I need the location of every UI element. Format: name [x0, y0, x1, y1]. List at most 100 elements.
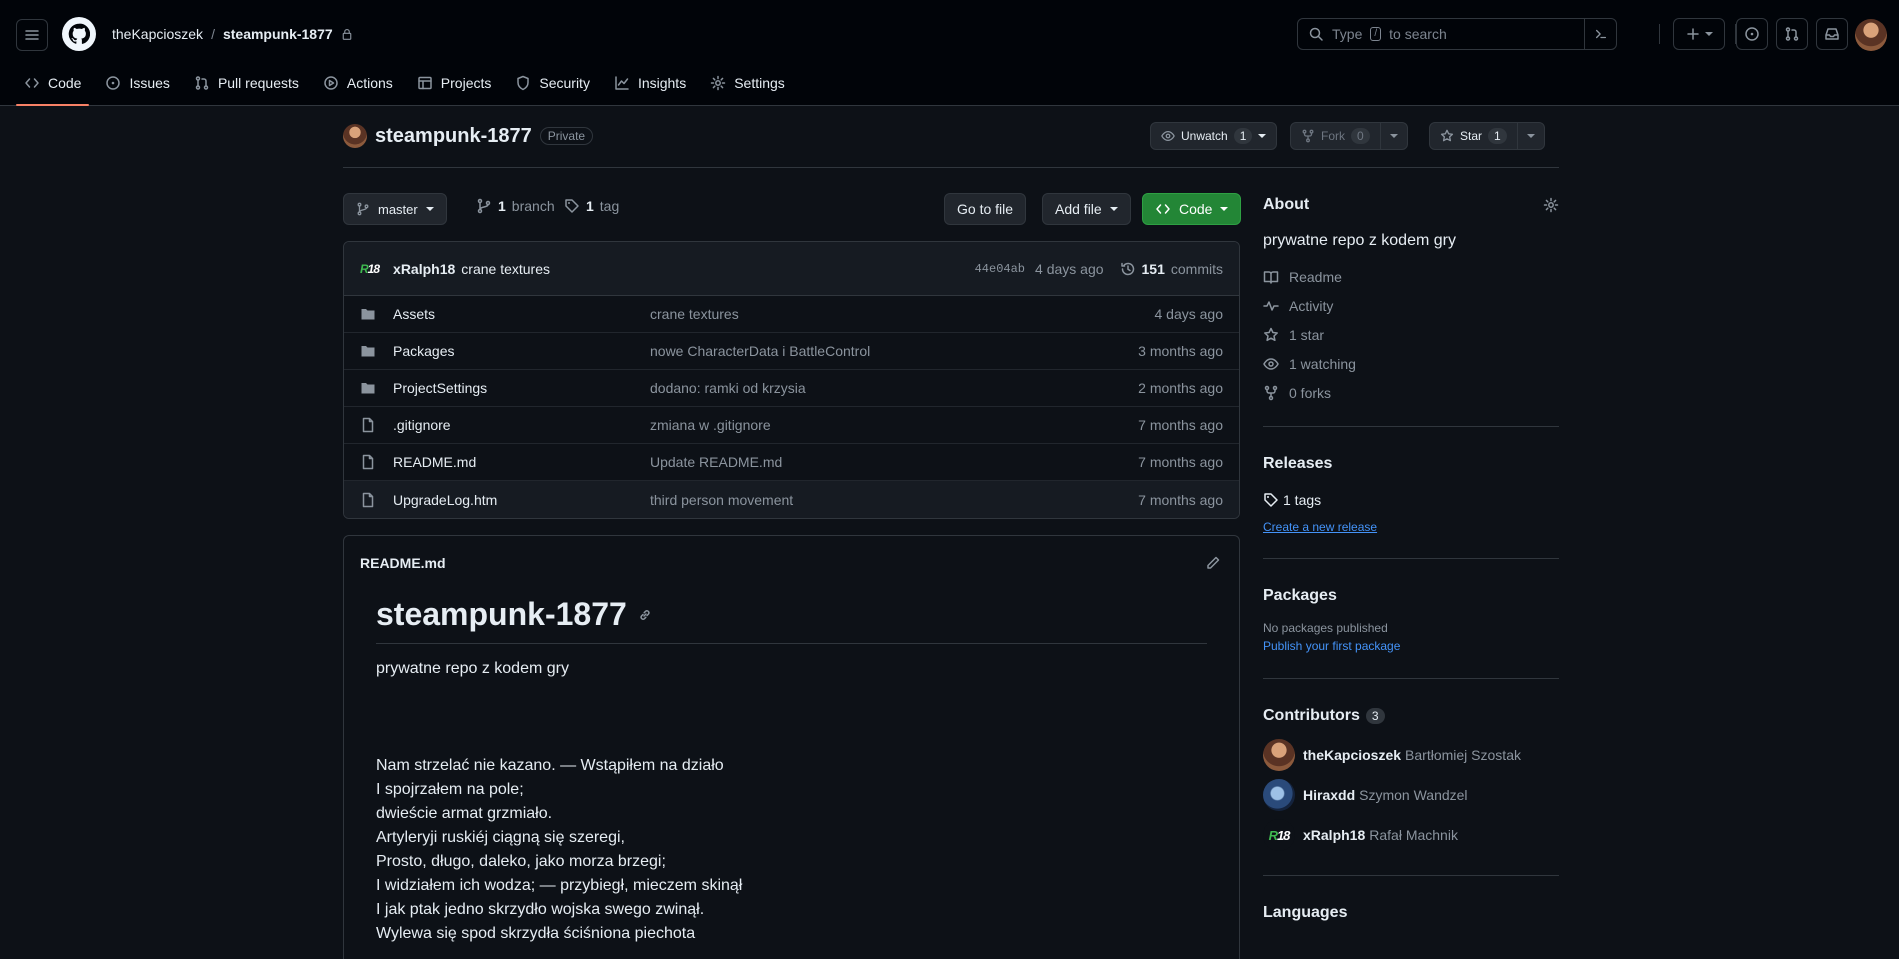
contributor-name: Rafał Machnik: [1369, 827, 1458, 843]
link-icon[interactable]: [637, 607, 653, 623]
tab-security[interactable]: Security: [507, 68, 598, 98]
folder-icon: [361, 383, 375, 394]
file-name[interactable]: README.md: [393, 454, 476, 470]
tab-insights[interactable]: Insights: [606, 68, 694, 98]
about-stars-link[interactable]: 1 star: [1263, 320, 1559, 349]
add-file-button[interactable]: Add file: [1042, 193, 1131, 225]
star-main[interactable]: Star 1: [1430, 123, 1517, 149]
poem-line: Artyleryji ruskiéj ciągną się szeregi,: [376, 829, 625, 846]
publish-package-link[interactable]: Publish your first package: [1263, 639, 1559, 653]
fork-label: Fork: [1321, 129, 1345, 143]
about-readme-link[interactable]: Readme: [1263, 262, 1559, 291]
unwatch-main[interactable]: Unwatch 1: [1151, 123, 1276, 149]
search-input[interactable]: Type / to search: [1297, 18, 1617, 50]
fork-main[interactable]: Fork 0: [1291, 123, 1380, 149]
contributor-login[interactable]: xRalph18: [1303, 827, 1365, 843]
commits-word: commits: [1170, 260, 1223, 277]
file-name[interactable]: UpgradeLog.htm: [393, 492, 497, 508]
pencil-icon[interactable]: [1205, 555, 1221, 571]
packages-title[interactable]: Packages: [1263, 587, 1559, 605]
unwatch-button[interactable]: Unwatch 1: [1150, 122, 1278, 150]
releases-tags-link[interactable]: 1 tags: [1263, 485, 1559, 514]
about-watching-link[interactable]: 1 watching: [1263, 349, 1559, 378]
tab-projects[interactable]: Projects: [409, 68, 500, 98]
file-name[interactable]: Packages: [393, 343, 454, 359]
create-release-link[interactable]: Create a new release: [1263, 520, 1559, 534]
file-name[interactable]: .gitignore: [393, 417, 451, 433]
poem-line: Nam strzelać nie kazano. — Wstąpiłem na …: [376, 757, 724, 774]
file-age: 2 months ago: [1138, 380, 1223, 396]
file-row[interactable]: .gitignore zmiana w .gitignore 7 months …: [344, 407, 1239, 444]
breadcrumb-owner[interactable]: theKapcioszek: [112, 26, 203, 42]
file-commit-message[interactable]: dodano: ramki od krzysia: [650, 380, 806, 396]
file-row[interactable]: UpgradeLog.htm third person movement 7 m…: [344, 481, 1239, 518]
star-button[interactable]: Star 1: [1429, 122, 1545, 150]
folder-icon: [361, 309, 375, 320]
file-name[interactable]: Assets: [393, 306, 435, 322]
contributor-avatar[interactable]: R 18: [1263, 819, 1295, 851]
file-commit-message[interactable]: crane textures: [650, 306, 739, 322]
create-new-button[interactable]: [1673, 18, 1725, 50]
fork-button[interactable]: Fork 0: [1290, 122, 1408, 150]
contributor-item[interactable]: theKapcioszek Bartłomiej Szostak: [1263, 735, 1559, 775]
inbox-button[interactable]: [1816, 18, 1848, 50]
tags-link[interactable]: 1 tag: [564, 198, 619, 214]
file-commit-message[interactable]: third person movement: [650, 492, 793, 508]
tab-settings[interactable]: Settings: [702, 68, 793, 98]
menu-button[interactable]: [16, 19, 48, 51]
caret-down-icon: [1705, 32, 1713, 36]
commit-author[interactable]: xRalph18: [393, 261, 455, 277]
gear-icon[interactable]: [1543, 197, 1559, 213]
tab-actions[interactable]: Actions: [315, 68, 401, 98]
pull-requests-button[interactable]: [1776, 18, 1808, 50]
tab-pull-requests[interactable]: Pull requests: [186, 68, 307, 98]
star-count: 1: [1488, 128, 1507, 144]
commit-sha[interactable]: 44e04ab: [975, 262, 1025, 276]
readme-filename[interactable]: README.md: [360, 555, 446, 571]
branches-link[interactable]: 1 branch: [476, 198, 555, 214]
user-avatar[interactable]: [1855, 19, 1887, 51]
tab-code[interactable]: Code: [16, 68, 90, 106]
contributor-avatar[interactable]: [1263, 779, 1295, 811]
contributor-avatar[interactable]: [1263, 739, 1295, 771]
contributor-item[interactable]: Hiraxdd Szymon Wandzel: [1263, 775, 1559, 815]
commit-message[interactable]: crane textures: [461, 261, 550, 277]
file-row[interactable]: Packages nowe CharacterData i BattleCont…: [344, 333, 1239, 370]
branch-select-button[interactable]: master: [343, 193, 447, 225]
issues-button[interactable]: [1736, 18, 1768, 50]
file-commit-message[interactable]: zmiana w .gitignore: [650, 417, 771, 433]
file-commit-message[interactable]: nowe CharacterData i BattleControl: [650, 343, 870, 359]
github-logo[interactable]: [62, 17, 96, 51]
go-to-file-button[interactable]: Go to file: [944, 193, 1027, 225]
contributor-item[interactable]: R 18 xRalph18 Rafał Machnik: [1263, 815, 1559, 855]
repo-name[interactable]: steampunk-1877: [375, 125, 532, 148]
commits-link[interactable]: 151 commits: [1120, 261, 1223, 277]
poem-line: Prosto, długo, daleko, jako morza brzegi…: [376, 853, 666, 870]
contributor-login[interactable]: Hiraxdd: [1303, 787, 1355, 803]
plus-icon: [1687, 28, 1699, 40]
hamburger-icon: [25, 30, 39, 40]
tab-label: Pull requests: [217, 75, 299, 91]
latest-commit: R18 xRalph18 crane textures 44e04ab 4 da…: [344, 242, 1239, 296]
about-activity-link[interactable]: Activity: [1263, 291, 1559, 320]
owner-avatar[interactable]: [343, 124, 367, 148]
contributors-title[interactable]: Contributors: [1263, 707, 1360, 725]
star-dropdown[interactable]: [1516, 123, 1544, 149]
code-button[interactable]: Code: [1142, 193, 1242, 225]
about-forks-link[interactable]: 0 forks: [1263, 378, 1559, 407]
file-name[interactable]: ProjectSettings: [393, 380, 487, 396]
tab-issues[interactable]: Issues: [97, 68, 177, 98]
fork-dropdown[interactable]: [1379, 123, 1407, 149]
breadcrumb-repo[interactable]: steampunk-1877: [223, 26, 333, 42]
file-commit-message[interactable]: Update README.md: [650, 454, 782, 470]
header-divider: [1659, 24, 1660, 44]
file-row[interactable]: README.md Update README.md 7 months ago: [344, 444, 1239, 481]
sidebar: About prywatne repo z kodem gry Readme A…: [1263, 190, 1559, 922]
file-table: R18 xRalph18 crane textures 44e04ab 4 da…: [343, 241, 1240, 519]
file-row[interactable]: ProjectSettings dodano: ramki od krzysia…: [344, 370, 1239, 407]
command-palette-button[interactable]: [1584, 19, 1616, 49]
file-row[interactable]: Assets crane textures 4 days ago: [344, 296, 1239, 333]
author-avatar[interactable]: R18: [360, 262, 380, 276]
contributor-login[interactable]: theKapcioszek: [1303, 747, 1401, 763]
releases-title[interactable]: Releases: [1263, 455, 1559, 473]
